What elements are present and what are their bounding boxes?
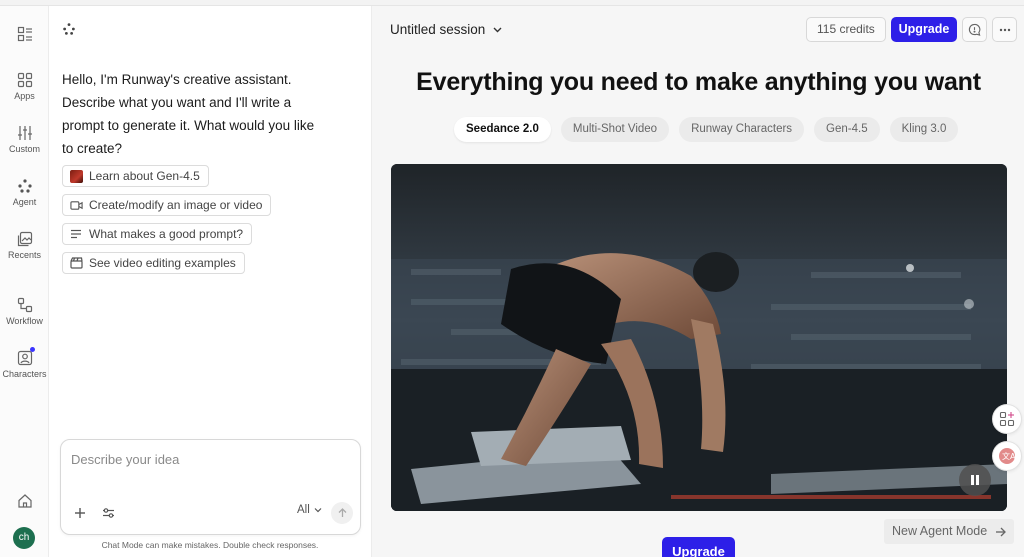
arrow-right-icon: [996, 527, 1007, 536]
avatar[interactable]: ch: [13, 527, 35, 549]
main-panel: Untitled session 115 credits Upgrade Eve…: [371, 6, 1024, 557]
sidebar-item-apps[interactable]: Apps: [0, 72, 49, 101]
chat-panel: Hello, I'm Runway's creative assistant. …: [50, 6, 370, 557]
upgrade-bottom-button[interactable]: Upgrade: [662, 537, 735, 557]
preview-video[interactable]: [391, 164, 1007, 511]
translate-icon: 文A: [999, 448, 1016, 464]
plus-icon: [75, 508, 85, 518]
pause-button[interactable]: [959, 464, 991, 496]
filter-select[interactable]: All: [297, 504, 322, 516]
sidebar-item-label: Apps: [14, 91, 35, 101]
sidebar-item-label: Custom: [8, 144, 40, 154]
agent-dots-icon: [17, 179, 32, 193]
suggestion-label: See video editing examples: [89, 256, 236, 270]
home-button[interactable]: [0, 493, 49, 509]
sidebar-item-label: Characters: [2, 369, 47, 379]
layout-list-icon: [17, 26, 32, 42]
tab-multi-shot-video[interactable]: Multi-Shot Video: [560, 117, 670, 142]
ellipsis-icon: [999, 28, 1010, 31]
session-title-dropdown[interactable]: Untitled session: [390, 22, 502, 37]
translate-widget[interactable]: 文A: [992, 441, 1022, 471]
svg-text:文A: 文A: [1002, 451, 1016, 461]
gen-thumbnail-icon: [69, 169, 83, 183]
assistant-greeting: Hello, I'm Runway's creative assistant. …: [62, 72, 315, 156]
chat-bubble-icon: [968, 23, 981, 36]
lines-icon: [69, 227, 83, 241]
sliders-icon: [17, 126, 32, 140]
sidebar-item-recents[interactable]: Recents: [0, 231, 49, 260]
suggestion-good-prompt[interactable]: What makes a good prompt?: [62, 223, 253, 245]
swimmer-video-frame: [391, 164, 1007, 511]
filter-select-value: All: [297, 504, 310, 516]
settings-sliders-icon: [102, 508, 114, 518]
sidebar-item-workflow[interactable]: Workflow: [0, 297, 49, 326]
prompt-input[interactable]: [71, 452, 341, 467]
agent-logo-icon: [62, 22, 76, 41]
suggestion-learn-gen45[interactable]: Learn about Gen-4.5: [62, 165, 209, 187]
new-agent-mode-button[interactable]: New Agent Mode: [884, 519, 1015, 544]
suggestion-editing-examples[interactable]: See video editing examples: [62, 252, 245, 274]
sidebar-item-label: Workflow: [6, 316, 43, 326]
model-tabs: Seedance 2.0 Multi-Shot Video Runway Cha…: [454, 117, 959, 142]
session-title: Untitled session: [390, 22, 486, 37]
more-options-button[interactable]: [992, 17, 1017, 42]
sidebar-item-custom[interactable]: Custom: [0, 125, 49, 154]
chevron-down-icon: [314, 508, 322, 513]
sidebar-item-label: Agent: [12, 197, 37, 207]
sidebar-toggle[interactable]: [0, 26, 49, 42]
suggestion-create-modify[interactable]: Create/modify an image or video: [62, 194, 272, 216]
tab-seedance[interactable]: Seedance 2.0: [454, 117, 551, 142]
arrow-up-icon: [338, 508, 346, 517]
settings-button[interactable]: [101, 506, 115, 520]
sidebar-item-agent[interactable]: Agent: [0, 178, 49, 207]
left-rail: Apps Custom Agent Recents Workflow Chara…: [0, 6, 49, 557]
clapperboard-icon: [69, 256, 83, 270]
credits-badge[interactable]: 115 credits: [806, 17, 886, 42]
page-headline: Everything you need to make anything you…: [416, 68, 981, 96]
sidebar-item-label: Recents: [7, 250, 42, 260]
notification-dot: [30, 347, 35, 352]
attach-button[interactable]: [73, 506, 87, 520]
apps-add-widget[interactable]: [992, 404, 1022, 434]
character-icon: [17, 350, 32, 366]
new-agent-mode-label: New Agent Mode: [892, 524, 988, 538]
video-icon: [69, 198, 83, 212]
image-stack-icon: [17, 231, 32, 247]
pause-icon: [971, 475, 979, 485]
home-icon: [17, 494, 32, 508]
send-button[interactable]: [331, 502, 353, 524]
grid-icon: [17, 72, 32, 88]
chevron-down-icon: [493, 27, 502, 32]
apps-plus-icon: [999, 411, 1015, 427]
chat-composer: All: [60, 439, 361, 535]
tab-runway-characters[interactable]: Runway Characters: [679, 117, 805, 142]
upgrade-button[interactable]: Upgrade: [891, 17, 957, 42]
tab-gen45[interactable]: Gen-4.5: [814, 117, 880, 142]
chat-disclaimer: Chat Mode can make mistakes. Double chec…: [101, 540, 319, 550]
workflow-icon: [17, 297, 32, 313]
tab-kling[interactable]: Kling 3.0: [889, 117, 959, 142]
suggestion-label: Create/modify an image or video: [89, 198, 263, 212]
feedback-button[interactable]: [962, 17, 987, 42]
suggestion-label: Learn about Gen-4.5: [89, 169, 200, 183]
suggestion-label: What makes a good prompt?: [89, 227, 244, 241]
sidebar-item-characters[interactable]: Characters: [0, 347, 49, 379]
